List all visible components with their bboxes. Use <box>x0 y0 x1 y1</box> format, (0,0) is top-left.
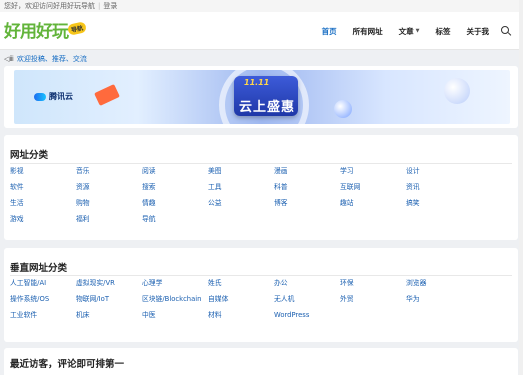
category-link[interactable]: 浏览器 <box>406 278 472 289</box>
category-link[interactable]: 区块链/Blockchain <box>142 294 208 305</box>
category-link[interactable]: 趣站 <box>340 198 406 209</box>
search-icon[interactable] <box>501 26 511 36</box>
banner-card: 腾讯云 11.11 云上盛惠 <box>4 66 518 128</box>
ad-banner[interactable]: 腾讯云 11.11 云上盛惠 <box>14 70 510 124</box>
nav-all-sites-label: 所有网址 <box>352 26 383 36</box>
top-bar: 您好，欢迎访问好用好玩导航 | 登录 <box>0 0 523 12</box>
login-link[interactable]: 登录 <box>103 2 117 10</box>
decor-orb <box>334 100 352 118</box>
category-link[interactable]: 购物 <box>76 198 142 209</box>
category-link[interactable]: 办公 <box>274 278 340 289</box>
category-link[interactable]: 影视 <box>10 166 76 177</box>
category-link[interactable]: 外贸 <box>340 294 406 305</box>
discount-tag-icon <box>94 84 120 106</box>
category-link[interactable]: 资源 <box>76 182 142 193</box>
category-link[interactable]: 音乐 <box>76 166 142 177</box>
cloud-icon <box>34 92 46 101</box>
nav-about[interactable]: 关于我 <box>467 26 490 37</box>
category-link[interactable]: 博客 <box>274 198 340 209</box>
separator: | <box>98 2 101 10</box>
category-link[interactable]: 公益 <box>208 198 274 209</box>
notice-text[interactable]: 欢迎投稿、推荐、交流 <box>17 53 87 65</box>
category-link[interactable]: 学习 <box>340 166 406 177</box>
category-link[interactable]: 搞笑 <box>406 198 472 209</box>
category-card: 网址分类 影视 音乐 阅读 美图 漫画 学习 设计软件 资源 搜索 工具 科普 互联网 资讯生活 购物 情趣… <box>4 135 518 240</box>
category-link[interactable]: 生活 <box>10 198 76 209</box>
category-link[interactable]: 科普 <box>274 182 340 193</box>
category-link[interactable]: 自媒体 <box>208 294 274 305</box>
category-link[interactable]: 心理学 <box>142 278 208 289</box>
category-link[interactable]: 游戏 <box>10 214 76 225</box>
banner-brand: 腾讯云 <box>49 92 73 101</box>
category-link[interactable]: 中医 <box>142 310 208 321</box>
category-link[interactable]: 阅读 <box>142 166 208 177</box>
category-link[interactable]: 美图 <box>208 166 274 177</box>
nav-tags[interactable]: 标签 <box>436 26 451 37</box>
category-link[interactable]: 姓氏 <box>208 278 274 289</box>
category-link[interactable]: 软件 <box>10 182 76 193</box>
category-link[interactable]: 机床 <box>76 310 142 321</box>
nav-about-label: 关于我 <box>466 26 490 36</box>
section-title: 垂直网址分类 <box>10 263 68 274</box>
promo-date: 11.11 <box>244 78 270 87</box>
welcome-text: 您好，欢迎访问好用好玩导航 <box>4 2 95 10</box>
category-link[interactable]: 材料 <box>208 310 274 321</box>
section-title: 网址分类 <box>10 150 49 161</box>
nav-home[interactable]: 首页 <box>322 26 337 37</box>
logo-badge: 导航 <box>67 21 87 36</box>
category-link[interactable]: 互联网 <box>340 182 406 193</box>
notice-bar: ◁ⅲ 欢迎投稿、推荐、交流 <box>4 53 87 65</box>
nav-articles[interactable]: 文章 ▼ <box>399 26 420 37</box>
category-link[interactable]: 资讯 <box>406 182 472 193</box>
category-link[interactable]: 导航 <box>142 214 208 225</box>
site-header: 好用好玩 导航 首页 所有网址 文章 ▼ 标签 关于我 <box>0 12 523 50</box>
section-title: 最近访客，评论即可排第一 <box>10 359 125 370</box>
nav-tags-label: 标签 <box>435 26 451 36</box>
chevron-down-icon: ▼ <box>415 28 420 34</box>
category-link[interactable]: 物联网/IoT <box>76 294 142 305</box>
category-link[interactable]: 搜索 <box>142 182 208 193</box>
nav-home-label: 首页 <box>321 26 337 36</box>
category-link[interactable]: 虚拟现实/VR <box>76 278 142 289</box>
category-link[interactable]: 华为 <box>406 294 472 305</box>
divider <box>10 163 512 164</box>
promo-title: 云上盛惠 <box>239 100 296 115</box>
category-link[interactable]: 漫画 <box>274 166 340 177</box>
nav-articles-label: 文章 <box>398 26 414 36</box>
vertical-category-card: 垂直网址分类 人工智能/AI 虚拟现实/VR 心理学 姓氏 办公 环保 浏览器操作系统/OS… <box>4 248 518 342</box>
category-link[interactable]: 情趣 <box>142 198 208 209</box>
divider <box>10 275 512 276</box>
category-grid: 影视 音乐 阅读 美图 漫画 学习 设计软件 资源 搜索 工具 科普 互联网 资讯生活 购物 情趣 公益 博客趣… <box>10 166 472 225</box>
site-logo[interactable]: 好用好玩 导航 <box>4 19 94 45</box>
category-link[interactable]: 工具 <box>208 182 274 193</box>
category-link[interactable]: WordPress <box>274 310 340 321</box>
main-nav: 首页 所有网址 文章 ▼ 标签 关于我 <box>306 12 511 50</box>
category-link[interactable]: 人工智能/AI <box>10 278 76 289</box>
category-link[interactable]: 福利 <box>76 214 142 225</box>
category-link[interactable]: 设计 <box>406 166 472 177</box>
recent-visitors-card: 最近访客，评论即可排第一 <box>4 348 518 375</box>
category-link[interactable]: 工业软件 <box>10 310 76 321</box>
category-link[interactable]: 无人机 <box>274 294 340 305</box>
vertical-category-grid: 人工智能/AI 虚拟现实/VR 心理学 姓氏 办公 环保 浏览器操作系统/OS 物联网/IoT… <box>10 278 472 321</box>
logo-text: 好用好玩 <box>4 22 69 42</box>
category-link[interactable]: 操作系统/OS <box>10 294 76 305</box>
speaker-icon: ◁ⅲ <box>4 55 14 63</box>
scrollbar[interactable] <box>519 0 523 375</box>
tencent-cloud-logo: 腾讯云 <box>34 91 73 102</box>
decor-orb <box>444 78 470 104</box>
nav-all-sites[interactable]: 所有网址 <box>353 26 383 37</box>
category-link[interactable]: 环保 <box>340 278 406 289</box>
